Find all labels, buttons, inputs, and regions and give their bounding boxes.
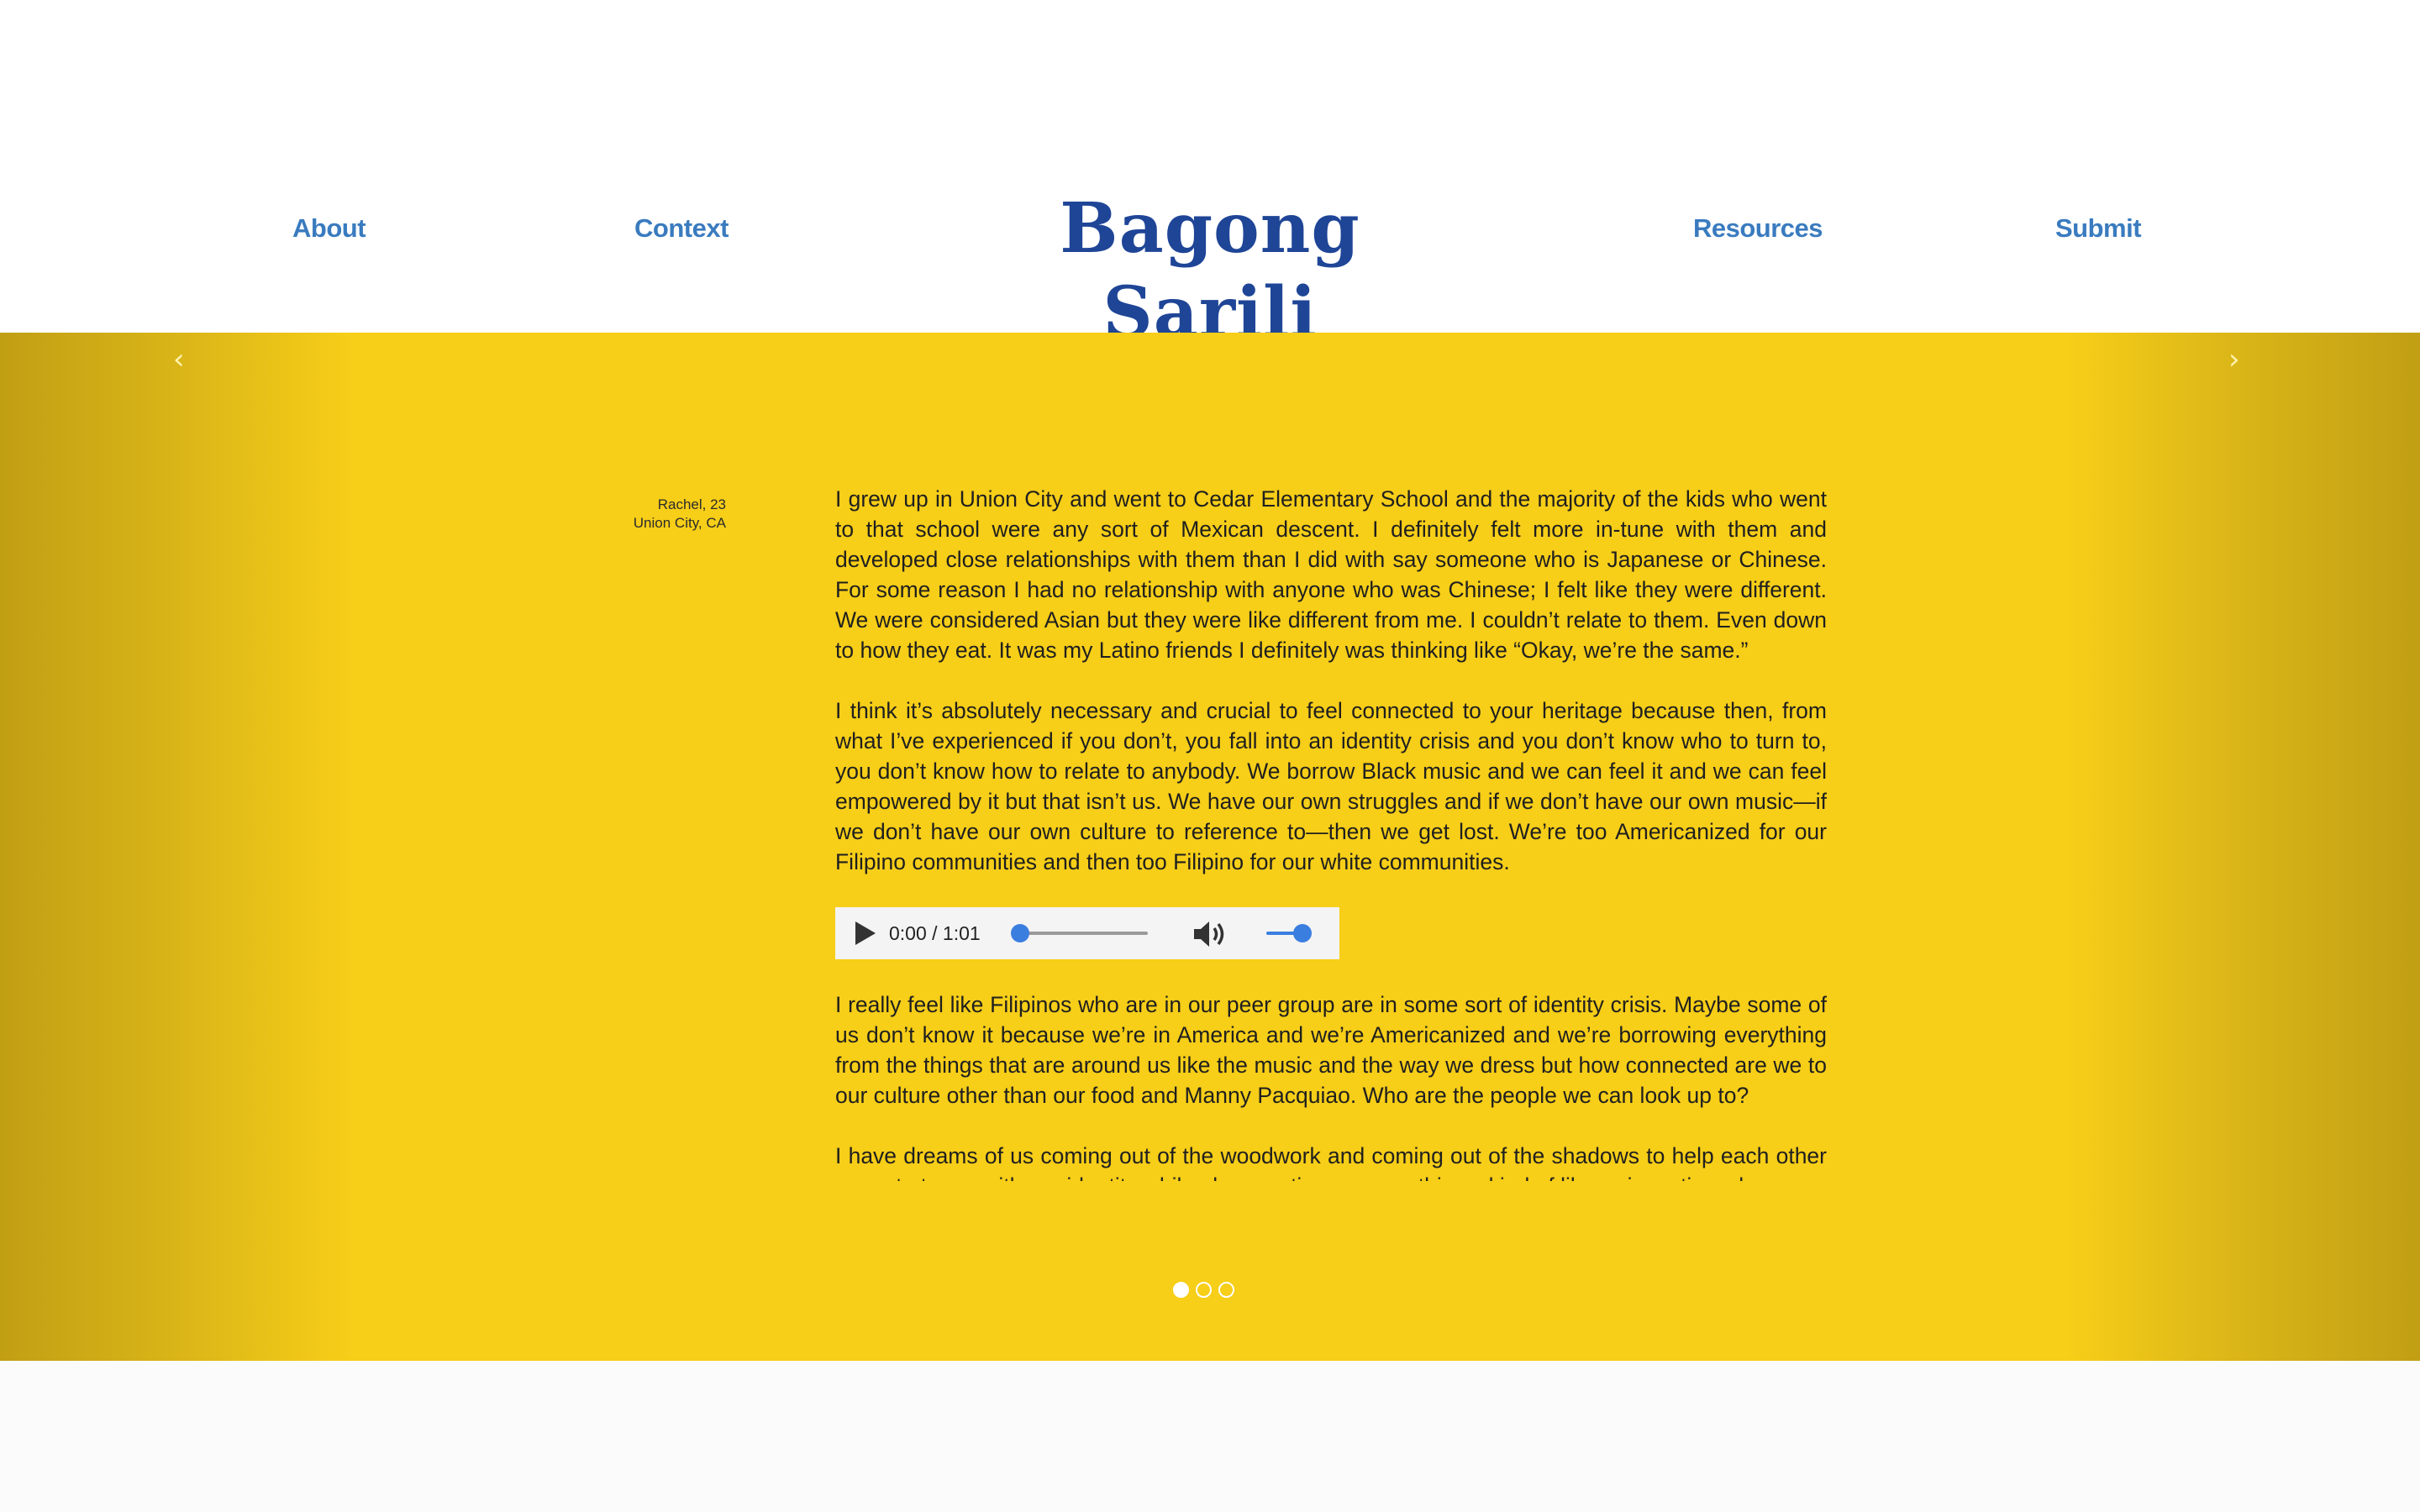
story-paragraph: I grew up in Union City and went to Ceda… <box>835 486 1827 663</box>
audio-progress-track[interactable] <box>1017 932 1148 935</box>
nav-submit[interactable]: Submit <box>2055 207 2142 249</box>
story-carousel: ‹ › Rachel, 23 Union City, CA I grew up … <box>0 333 2420 1361</box>
carousel-dot[interactable] <box>1173 1282 1189 1298</box>
audio-time: 0:00 / 1:01 <box>889 922 981 944</box>
site-title[interactable]: Bagong Sarili <box>992 186 1428 354</box>
text-clip-mask <box>835 1181 1827 1332</box>
nav-resources[interactable]: Resources <box>1693 207 1823 249</box>
story-paragraph: I think it’s absolutely necessary and cr… <box>835 698 1827 874</box>
nav-about[interactable]: About <box>292 207 366 249</box>
carousel-dots <box>1173 1282 1234 1298</box>
story-paragraph: I really feel like Filipinos who are in … <box>835 992 1827 1108</box>
audio-player: 0:00 / 1:01 <box>835 907 1339 959</box>
credit-name: Rachel, 23 <box>657 496 726 512</box>
volume-icon[interactable] <box>1192 919 1229 949</box>
site-header: About Context Bagong Sarili Resources Su… <box>0 0 2420 353</box>
play-icon[interactable] <box>855 921 876 945</box>
page: About Context Bagong Sarili Resources Su… <box>0 0 2420 1512</box>
credit-location: Union City, CA <box>633 515 726 531</box>
story-credit: Rachel, 23 Union City, CA <box>588 496 726 533</box>
audio-progress-thumb[interactable] <box>1011 924 1029 942</box>
carousel-dot[interactable] <box>1218 1282 1234 1298</box>
carousel-dot[interactable] <box>1196 1282 1212 1298</box>
nav-context[interactable]: Context <box>634 207 729 249</box>
chevron-right-icon[interactable]: › <box>2228 343 2240 376</box>
page-footer <box>0 1361 2420 1512</box>
volume-slider-thumb[interactable] <box>1293 924 1312 942</box>
chevron-left-icon[interactable]: ‹ <box>173 343 185 376</box>
